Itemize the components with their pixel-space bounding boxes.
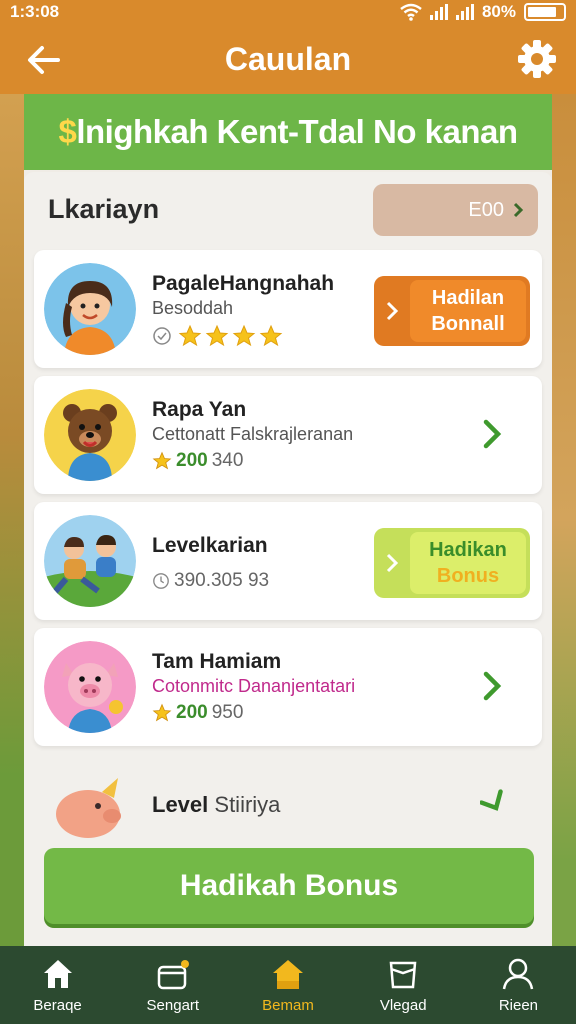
app-header: Cauulan <box>0 24 576 94</box>
banner-text: $lnighkah Kent-Tdal No kanan <box>58 113 518 151</box>
card-title: Levelkarian <box>152 534 268 557</box>
list-item[interactable]: Levelkarian 390.305 93 Hadikan Bonus <box>34 502 542 620</box>
background-decoration-left <box>0 94 24 946</box>
basket-icon <box>157 959 189 989</box>
claim-bonus-button[interactable]: Hadilan Bonnall <box>374 276 530 346</box>
level-label: Level Stiiriya <box>152 792 280 818</box>
battery-percent: 80% <box>481 2 516 21</box>
nav-label: Vlegad <box>379 996 427 1014</box>
profile-icon <box>503 958 534 989</box>
points-secondary: 390.305 93 <box>174 570 270 591</box>
coin-star-icon <box>152 451 172 470</box>
card-title: PagaleHangnahah <box>152 272 335 295</box>
bottom-nav: Beraqe Sengart Bemam Vlegad Rieen <box>0 946 576 1024</box>
piggy-bank-icon <box>56 778 121 838</box>
claim-bonus-primary-button[interactable]: Hadikah Bonus <box>44 848 534 924</box>
card-subtitle: Cettonatt Falskrajleranan <box>152 424 354 444</box>
nav-item-profile[interactable]: Rieen <box>461 946 576 1024</box>
card-title: Rapa Yan <box>152 398 247 421</box>
card-title: Tam Hamiam <box>152 650 282 673</box>
badge-icon <box>153 327 171 345</box>
list-item[interactable]: PagaleHangnahah Besoddah Hadilan Bonnall <box>34 250 542 368</box>
background-decoration-right <box>552 94 576 946</box>
back-arrow-icon[interactable] <box>24 40 64 80</box>
clock-icon <box>153 573 169 589</box>
chevron-right-icon <box>374 276 410 346</box>
button-label-line1: Hadilan <box>431 287 505 309</box>
list-item[interactable]: Tam Hamiam Cotonmitc Dananjentatari 200 … <box>34 628 542 746</box>
page-title: Cauulan <box>224 40 352 77</box>
button-label-line2: Bonnall <box>431 313 505 335</box>
status-icons: 80% <box>400 2 566 22</box>
bonus-list-container: Lkariayn E00 PagaleHangnahah Besoddah Ha… <box>24 172 552 946</box>
section-title: Lkariayn <box>48 194 160 224</box>
main-panel: $lnighkah Kent-Tdal No kanan Lkariayn E0… <box>24 94 552 946</box>
star-icon <box>232 324 256 347</box>
level-label-light: Stiiriya <box>214 792 281 817</box>
nav-label: Beraqe <box>33 996 82 1014</box>
card-points: 200 340 <box>152 450 243 472</box>
chevron-right-icon <box>480 789 503 811</box>
level-row[interactable]: Level Stiiriya <box>34 764 542 844</box>
chevron-right-icon <box>513 202 524 218</box>
cup-icon <box>389 961 417 988</box>
card-subtitle: Besoddah <box>152 298 234 318</box>
avatar-kids <box>44 515 136 607</box>
house-icon <box>273 959 303 989</box>
banner-dollar: $ <box>58 113 77 150</box>
level-label-bold: Level <box>152 792 209 817</box>
nav-item-shop[interactable]: Sengart <box>115 946 230 1024</box>
signal-icon <box>455 4 474 20</box>
gear-icon[interactable] <box>516 38 558 80</box>
status-time: 1:3:08 <box>10 2 60 21</box>
coin-star-icon <box>152 703 172 722</box>
nav-label: Bemam <box>262 996 314 1014</box>
card-subtitle: Cotonmitc Dananjentatari <box>152 676 356 696</box>
button-label-line2: Bonus <box>436 565 500 587</box>
battery-icon <box>524 3 566 21</box>
star-icon <box>259 324 283 347</box>
status-bar: 1:3:08 80% <box>0 0 576 24</box>
nav-label: Sengart <box>146 996 200 1014</box>
card-rating <box>152 324 283 348</box>
star-icon <box>178 324 202 347</box>
chevron-right-icon[interactable] <box>478 416 508 452</box>
nav-item-cup[interactable]: Vlegad <box>346 946 461 1024</box>
nav-label: Rieen <box>498 996 539 1014</box>
signal-icon <box>429 4 448 20</box>
card-points: 390.305 93 <box>152 570 269 592</box>
button-label: Hadikan Bonus <box>410 532 526 594</box>
avatar-girl <box>44 263 136 355</box>
points-value: 200 <box>176 450 208 471</box>
star-icon <box>205 324 229 347</box>
chevron-right-icon[interactable] <box>478 668 508 704</box>
button-label-line1: Hadikan <box>429 539 507 561</box>
balance-value: E00 <box>468 198 504 221</box>
avatar-pig <box>44 641 136 733</box>
nav-item-main[interactable]: Bemam <box>230 946 345 1024</box>
star-rating <box>178 324 283 348</box>
home-icon <box>43 959 72 988</box>
promo-banner: $lnighkah Kent-Tdal No kanan <box>24 94 552 170</box>
nav-item-home[interactable]: Beraqe <box>0 946 115 1024</box>
points-secondary: 950 <box>211 702 244 723</box>
button-label: Hadilan Bonnall <box>410 280 526 342</box>
balance-button[interactable]: E00 <box>373 184 538 236</box>
avatar-bear <box>44 389 136 481</box>
list-item[interactable]: Rapa Yan Cettonatt Falskrajleranan 200 3… <box>34 376 542 494</box>
points-secondary: 340 <box>211 450 244 471</box>
points-value: 200 <box>176 702 208 723</box>
banner-label: lnighkah Kent-Tdal No kanan <box>76 113 518 150</box>
chevron-right-icon <box>374 528 410 598</box>
card-points: 200 950 <box>152 702 243 724</box>
claim-bonus-button[interactable]: Hadikan Bonus <box>374 528 530 598</box>
wifi-icon <box>400 3 422 21</box>
